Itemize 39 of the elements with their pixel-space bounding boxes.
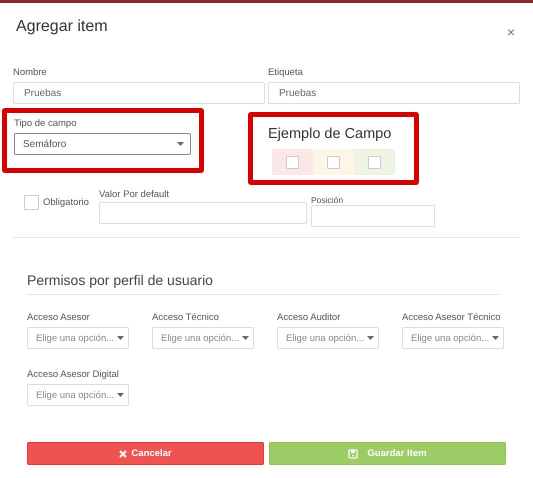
checkbox[interactable] (327, 156, 340, 168)
field-label: Acceso Técnico (152, 312, 219, 323)
section-title: Permisos por perfil de usuario (27, 272, 500, 295)
field-label: Acceso Asesor Técnico (402, 312, 501, 323)
caret-icon (367, 336, 374, 340)
access-select[interactable]: Elige una opción... (27, 384, 129, 406)
access-select[interactable]: Elige una opción... (27, 327, 129, 349)
field-label: Acceso Asesor Digital (27, 369, 119, 380)
access-select[interactable]: Elige una opción... (152, 327, 254, 349)
field-label: Valor Por default (99, 189, 170, 200)
example-title: Ejemplo de Campo (268, 126, 392, 142)
label-field[interactable]: Pruebas (268, 82, 520, 104)
field-label: Etiqueta (268, 67, 303, 78)
field-label: Nombre (13, 67, 47, 78)
position-field[interactable] (311, 205, 435, 227)
field-label: Acceso Auditor (277, 312, 340, 323)
cancel-button[interactable]: Cancelar (27, 442, 264, 465)
caret-icon (492, 336, 499, 340)
checkbox[interactable] (24, 195, 39, 210)
access-select[interactable]: Elige una opción... (402, 327, 504, 349)
save-icon (348, 448, 358, 458)
checkbox[interactable] (368, 156, 381, 168)
field-type-select[interactable]: Semáforo (14, 133, 191, 155)
save-button[interactable]: Guardar Item (269, 442, 506, 465)
close-icon (119, 450, 128, 458)
caret-icon (117, 393, 124, 397)
name-field[interactable]: Pruebas (13, 82, 265, 104)
default-value-field[interactable] (99, 202, 307, 224)
close-button[interactable]: × (506, 24, 515, 40)
caret-icon (177, 142, 184, 146)
checkbox[interactable] (286, 156, 299, 168)
checkbox-label: Obligatorio (43, 197, 89, 208)
dialog-title: Agregar item (16, 18, 108, 36)
field-label: Tipo de campo (14, 118, 76, 129)
caret-icon (117, 336, 124, 340)
field-label: Posición (311, 196, 344, 205)
caret-icon (242, 336, 249, 340)
field-label: Acceso Asesor (27, 312, 90, 323)
access-select[interactable]: Elige una opción... (277, 327, 379, 349)
